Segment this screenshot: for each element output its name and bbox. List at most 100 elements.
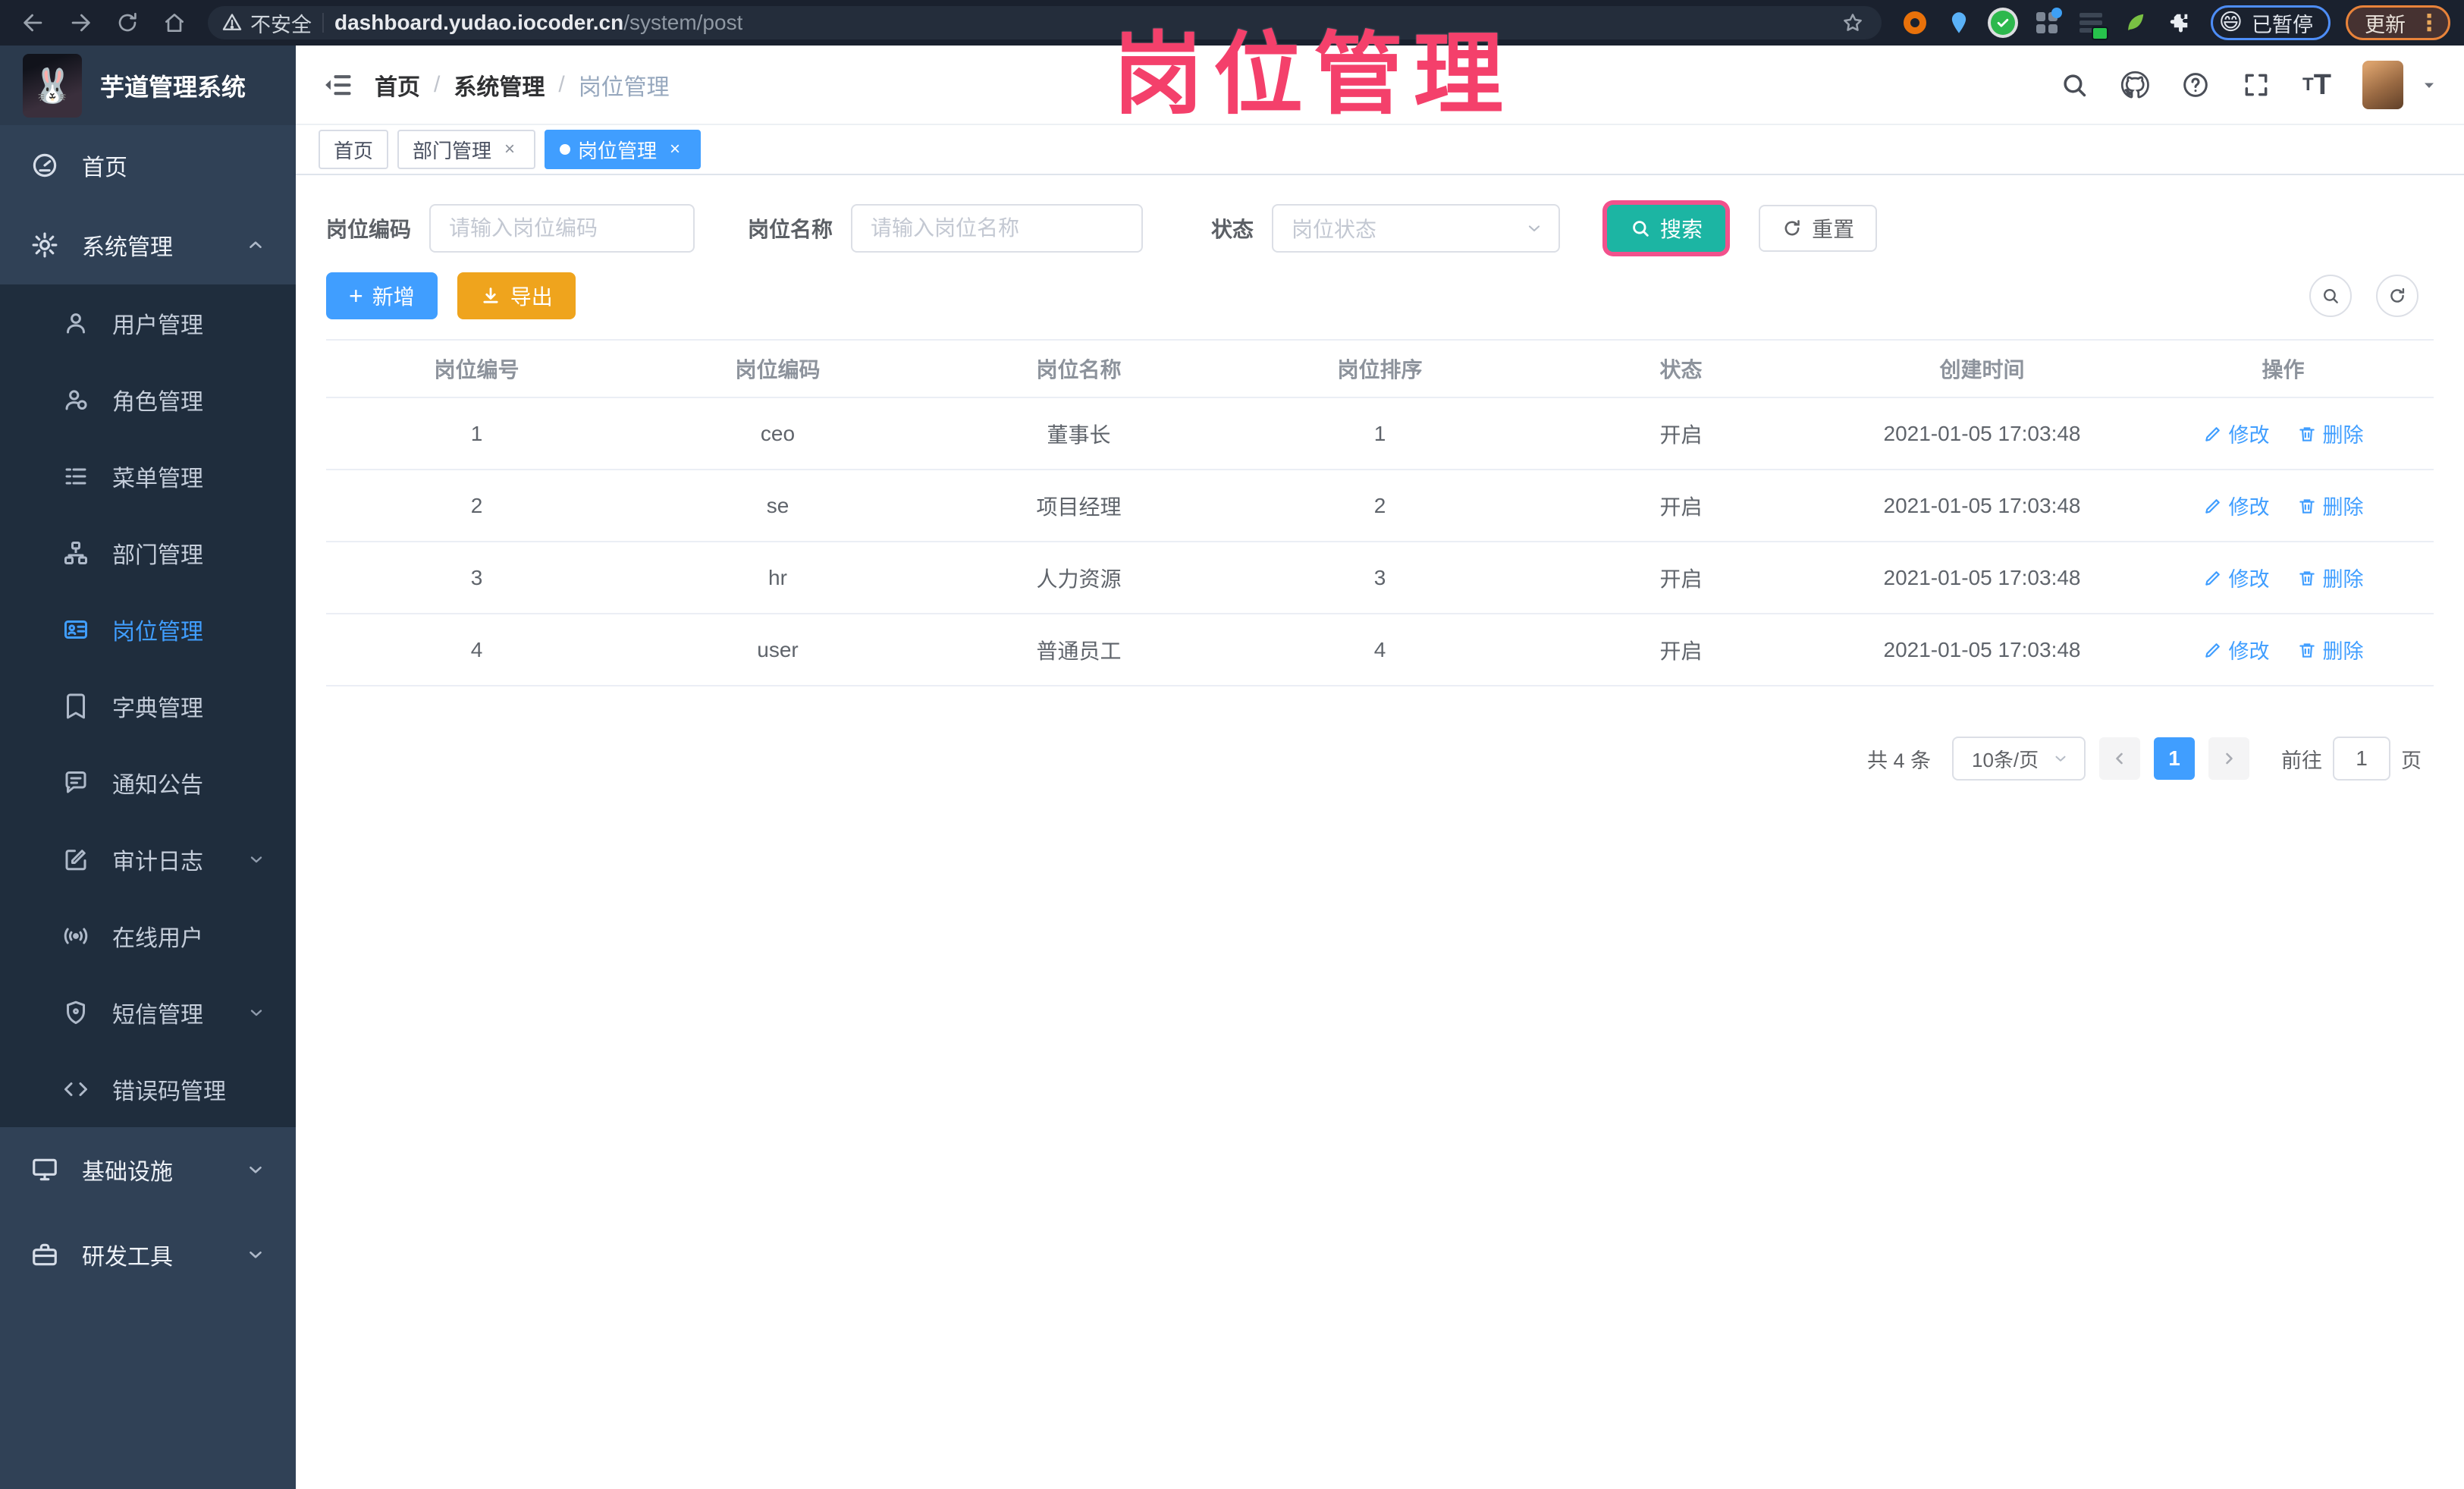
page-number-1[interactable]: 1 [2154, 737, 2195, 780]
paused-label: 已暂停 [2252, 13, 2313, 36]
sidebar-item-menu-mgmt[interactable]: 菜单管理 [0, 438, 296, 514]
prev-page-button[interactable] [2099, 737, 2140, 780]
status-label: 状态 [1211, 218, 1254, 241]
cell-id: 2 [470, 493, 483, 517]
tab-dept-mgmt[interactable]: 部门管理 × [397, 130, 536, 169]
col-header-name: 岗位名称 [1036, 358, 1122, 382]
cell-name: 项目经理 [1036, 495, 1122, 519]
fullscreen-icon[interactable] [2241, 70, 2271, 100]
delete-link[interactable]: 删除 [2297, 419, 2364, 448]
browser-profile-paused-badge[interactable]: 😄 已暂停 [2210, 5, 2331, 40]
sidebar-item-dept-mgmt[interactable]: 部门管理 [0, 514, 296, 591]
leaf-extension-icon[interactable] [2121, 9, 2149, 36]
table-row: 3 hr 人力资源 3 开启 2021-01-05 17:03:48 修改 删除 [326, 542, 2434, 614]
address-bar[interactable]: 不安全 dashboard.yudao.iocoder.cn/system/po… [208, 6, 1882, 39]
sidebar-item-error-code[interactable]: 错误码管理 [0, 1051, 296, 1127]
sidebar-collapse-icon[interactable] [322, 68, 355, 102]
font-size-icon[interactable]: TT [2302, 70, 2332, 100]
edit-link[interactable]: 修改 [2203, 635, 2270, 664]
sidebar-item-system[interactable]: 系统管理 [0, 205, 296, 284]
ring-extension-icon[interactable] [1901, 9, 1929, 36]
check-extension-icon[interactable] [1989, 9, 2017, 36]
rows-extension-icon[interactable] [2077, 9, 2108, 40]
trash-icon [2299, 570, 2315, 586]
tab-post-mgmt[interactable]: 岗位管理 × [545, 130, 702, 169]
reset-button[interactable]: 重置 [1759, 205, 1878, 252]
goto-page-input[interactable] [2333, 737, 2390, 781]
app-navbar: 首页 / 系统管理 / 岗位管理 TT [296, 46, 2464, 125]
cell-code: se [766, 493, 789, 517]
browser-forward-icon[interactable] [61, 6, 100, 39]
code-icon [62, 1076, 89, 1103]
help-icon[interactable] [2180, 70, 2211, 100]
cell-name: 普通员工 [1036, 639, 1122, 663]
extension-icons [1895, 8, 2199, 40]
search-button[interactable]: 搜索 [1607, 205, 1726, 252]
post-code-input[interactable] [429, 204, 695, 253]
delete-link[interactable]: 删除 [2297, 635, 2364, 664]
pencil-icon [2205, 570, 2220, 586]
pin-extension-icon[interactable] [1945, 9, 1973, 36]
cell-status: 开启 [1659, 567, 1703, 591]
col-header-actions: 操作 [2262, 358, 2305, 382]
sidebar-item-dict-mgmt[interactable]: 字典管理 [0, 668, 296, 744]
refresh-table-button[interactable] [2376, 275, 2418, 317]
sidebar-item-label: 首页 [82, 155, 127, 181]
add-button[interactable]: + 新增 [326, 272, 438, 319]
signal-icon [62, 922, 89, 950]
table-row: 2 se 项目经理 2 开启 2021-01-05 17:03:48 修改 删除 [326, 470, 2434, 542]
header-search-icon[interactable] [2059, 70, 2089, 100]
reset-button-label: 重置 [1812, 218, 1855, 241]
sidebar-item-infra[interactable]: 基础设施 [0, 1127, 296, 1212]
browser-menu-dots-icon[interactable]: ⋮ [2418, 10, 2440, 36]
sidebar-item-home[interactable]: 首页 [0, 125, 296, 205]
sidebar-item-user-mgmt[interactable]: 用户管理 [0, 284, 296, 361]
page-size-select[interactable]: 10条/页 [1952, 737, 2086, 781]
delete-link[interactable]: 删除 [2297, 563, 2364, 592]
sidebar-item-dev-tools[interactable]: 研发工具 [0, 1212, 296, 1297]
breadcrumb-system[interactable]: 系统管理 [454, 68, 545, 102]
avatar-caret-icon[interactable] [2420, 76, 2438, 94]
sitemap-icon [62, 539, 89, 567]
toggle-search-button[interactable] [2309, 275, 2352, 317]
bookmark-star-icon[interactable] [1838, 6, 1868, 39]
next-page-button[interactable] [2208, 737, 2249, 780]
edit-square-icon [62, 846, 89, 873]
edit-link[interactable]: 修改 [2203, 491, 2270, 520]
sidebar-item-sms-mgmt[interactable]: 短信管理 [0, 974, 296, 1051]
browser-chrome: 不安全 dashboard.yudao.iocoder.cn/system/po… [0, 0, 2464, 46]
sidebar-item-post-mgmt[interactable]: 岗位管理 [0, 591, 296, 668]
browser-update-button[interactable]: 更新 ⋮ [2346, 5, 2450, 40]
warning-triangle-icon [222, 14, 242, 30]
post-code-label: 岗位编码 [326, 218, 412, 241]
sidebar-item-role-mgmt[interactable]: 角色管理 [0, 361, 296, 438]
security-indicator[interactable]: 不安全 [221, 8, 312, 38]
status-select[interactable]: 岗位状态 [1272, 204, 1561, 253]
grid-extension-icon[interactable] [2033, 8, 2062, 36]
browser-back-icon[interactable] [14, 6, 53, 39]
close-icon[interactable]: × [499, 139, 520, 160]
tab-home[interactable]: 首页 [319, 130, 389, 169]
puzzle-extension-icon[interactable] [2165, 9, 2192, 36]
user-avatar[interactable] [2362, 60, 2403, 109]
edit-link[interactable]: 修改 [2203, 419, 2270, 448]
monitor-icon [30, 1155, 59, 1184]
delete-link[interactable]: 删除 [2297, 491, 2364, 520]
close-icon[interactable]: × [664, 139, 686, 160]
sidebar-item-online-users[interactable]: 在线用户 [0, 897, 296, 974]
breadcrumb-home[interactable]: 首页 [375, 68, 420, 102]
sidebar-item-audit-log[interactable]: 审计日志 [0, 821, 296, 897]
edit-link[interactable]: 修改 [2203, 563, 2270, 592]
page-content: 岗位编码 岗位名称 状态 岗位状态 搜索 重置 [296, 175, 2464, 1489]
github-icon[interactable] [2120, 70, 2150, 100]
sidebar-logo[interactable]: 🐰 芋道管理系统 [0, 46, 296, 125]
search-button-label: 搜索 [1660, 218, 1703, 241]
browser-home-icon[interactable] [155, 6, 194, 39]
message-bubble-icon [62, 769, 89, 796]
browser-reload-icon[interactable] [108, 6, 147, 39]
post-name-input[interactable] [851, 204, 1144, 253]
active-dot-icon [560, 144, 571, 155]
sidebar-item-notice[interactable]: 通知公告 [0, 744, 296, 821]
export-button[interactable]: 导出 [457, 272, 576, 319]
cell-status: 开启 [1659, 639, 1703, 663]
